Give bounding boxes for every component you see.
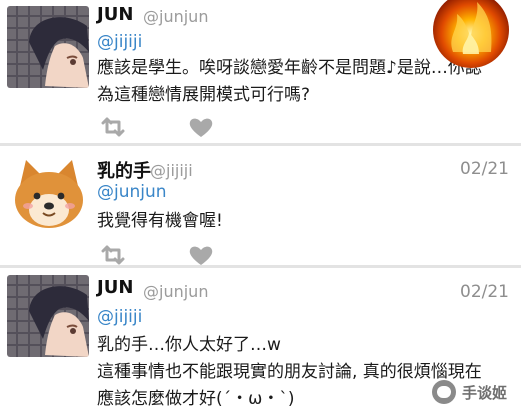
fire-icon [433,0,509,68]
mention-link[interactable]: @jijiji [97,32,142,52]
tweet-text-line: 乳的手…你人太好了…w [97,335,281,355]
tweet-text: 我覺得有機會喔! [97,208,223,235]
avatar[interactable] [7,275,89,357]
retweet-icon [101,245,125,265]
mention-link[interactable]: @junjun [97,182,167,202]
fire-avatar[interactable] [433,0,509,68]
anime-boy-icon [7,275,89,357]
retweet-button[interactable] [100,244,126,266]
like-button[interactable] [188,244,214,266]
author-handle[interactable]: @junjun [143,7,208,26]
avatar[interactable] [10,156,88,234]
author-name[interactable]: JUN [97,4,133,25]
like-button[interactable] [188,116,214,138]
tweet-1[interactable]: JUN @junjun @jijiji 應該是學生。唉呀談戀愛年齡不是問題♪是說… [0,0,521,143]
heart-icon [189,118,213,137]
watermark-text: 手谈姬 [462,384,508,402]
chat-bubble-icon [432,380,456,404]
tweet-text-line: 應該是學生。唉呀談戀愛年齡不是問題♪是說…你認 [97,58,482,78]
author-handle[interactable]: @jijiji [150,161,193,180]
tweet-text-line: 為這種戀情展開模式可行嗎? [97,85,311,105]
retweet-button[interactable] [100,116,126,138]
retweet-icon [101,117,125,137]
avatar[interactable] [7,6,89,88]
author-handle[interactable]: @junjun [143,282,208,301]
anime-boy-icon [7,6,89,88]
tweet-2[interactable]: 乳的手 @jijiji 02/21 @junjun 我覺得有機會喔! [0,146,521,265]
divider [0,265,521,268]
tweet-text: 應該是學生。唉呀談戀愛年齡不是問題♪是說…你認 為這種戀情展開模式可行嗎? [97,55,482,109]
mention-link[interactable]: @jijiji [97,307,142,327]
tweet-date: 02/21 [460,159,509,179]
author-name[interactable]: JUN [97,277,133,298]
heart-icon [189,246,213,265]
shiba-dog-icon [10,156,88,234]
tweet-date: 02/21 [460,282,509,302]
tweet-text-line: 應該怎麼做才好(´・ω・`) [97,389,295,409]
tweet-text: 乳的手…你人太好了…w 這種事情也不能跟現實的朋友討論, 真的很煩惱現在 應該怎… [97,332,482,413]
tweet-text-line: 這種事情也不能跟現實的朋友討論, 真的很煩惱現在 [97,362,482,382]
author-name[interactable]: 乳的手 [97,157,151,183]
tweet-text-line: 我覺得有機會喔! [97,211,223,231]
